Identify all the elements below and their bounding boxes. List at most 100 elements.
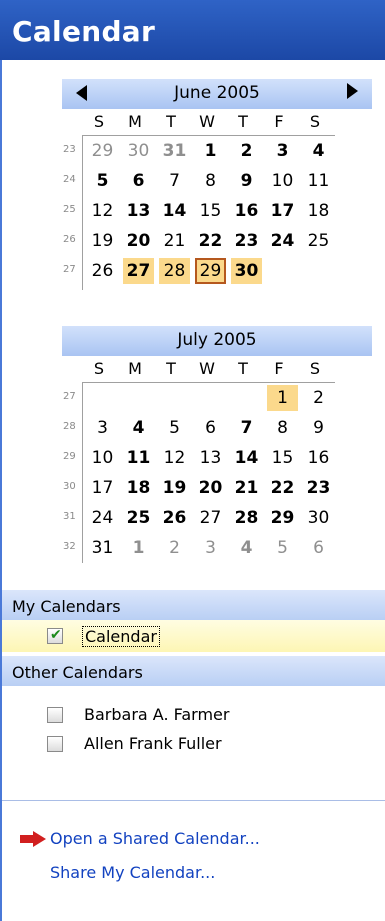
- calendar-day[interactable]: 29: [195, 258, 226, 284]
- calendar-day[interactable]: 10: [87, 445, 118, 471]
- week-number[interactable]: 27: [63, 391, 83, 402]
- calendar-day[interactable]: 2: [303, 385, 334, 411]
- week-number[interactable]: 24: [63, 174, 83, 185]
- calendar-day[interactable]: 6: [123, 168, 154, 194]
- calendar-day[interactable]: 22: [267, 475, 298, 501]
- calendar-day[interactable]: 4: [123, 415, 154, 441]
- calendar-day[interactable]: 19: [159, 475, 190, 501]
- calendar-day[interactable]: 2: [231, 138, 262, 164]
- open-shared-calendar-link[interactable]: Open a Shared Calendar...: [50, 829, 260, 848]
- calendar-day[interactable]: 14: [231, 445, 262, 471]
- calendar-day[interactable]: 16: [231, 198, 262, 224]
- calendar-day[interactable]: 5: [267, 535, 298, 561]
- calendar-day[interactable]: 2: [159, 535, 190, 561]
- calendar-day[interactable]: 25: [123, 505, 154, 531]
- week-number[interactable]: 28: [63, 421, 83, 432]
- week-number[interactable]: 31: [63, 511, 83, 522]
- calendar-day[interactable]: 13: [195, 445, 226, 471]
- calendar-day[interactable]: 20: [123, 228, 154, 254]
- calendar-day[interactable]: 29: [267, 505, 298, 531]
- calendar-day[interactable]: 7: [159, 168, 190, 194]
- week-number[interactable]: 26: [63, 234, 83, 245]
- calendar-day[interactable]: 11: [123, 445, 154, 471]
- calendar-day[interactable]: 29: [87, 138, 118, 164]
- calendar-day[interactable]: 24: [267, 228, 298, 254]
- calendar-day[interactable]: 26: [87, 258, 118, 284]
- calendar-day[interactable]: 8: [267, 415, 298, 441]
- calendar-day[interactable]: 15: [195, 198, 226, 224]
- calendar-list-item[interactable]: Allen Frank Fuller: [2, 730, 385, 762]
- calendar-list-item[interactable]: Barbara A. Farmer: [2, 701, 385, 733]
- calendar-day[interactable]: 12: [87, 198, 118, 224]
- share-my-calendar-link[interactable]: Share My Calendar...: [50, 863, 215, 882]
- day-of-week-label: T: [238, 112, 248, 131]
- calendar-day[interactable]: 30: [303, 505, 334, 531]
- calendar-day[interactable]: 19: [87, 228, 118, 254]
- calendar-day[interactable]: 21: [231, 475, 262, 501]
- calendar-day[interactable]: 28: [159, 258, 190, 284]
- week-number[interactable]: 30: [63, 481, 83, 492]
- calendar-checkbox[interactable]: [47, 736, 63, 752]
- calendar-day[interactable]: 23: [231, 228, 262, 254]
- calendar-day[interactable]: 21: [159, 228, 190, 254]
- my-calendars-header[interactable]: My Calendars: [2, 590, 385, 620]
- day-of-week-row: SMTWTFS: [62, 109, 372, 135]
- calendar-day[interactable]: 31: [159, 138, 190, 164]
- calendar-day[interactable]: 5: [87, 168, 118, 194]
- calendar-day[interactable]: 27: [123, 258, 154, 284]
- calendar-list-item[interactable]: ✔ Calendar: [2, 620, 385, 652]
- calendar-day[interactable]: 16: [303, 445, 334, 471]
- calendar-day[interactable]: 26: [159, 505, 190, 531]
- calendar-day[interactable]: 17: [87, 475, 118, 501]
- calendar-day[interactable]: 22: [195, 228, 226, 254]
- calendar-day[interactable]: 8: [195, 168, 226, 194]
- calendar-day[interactable]: 15: [267, 445, 298, 471]
- day-of-week-label: S: [309, 359, 321, 378]
- calendar-day[interactable]: 17: [267, 198, 298, 224]
- calendar-day[interactable]: 11: [303, 168, 334, 194]
- calendar-day[interactable]: 28: [231, 505, 262, 531]
- calendar-day[interactable]: 23: [303, 475, 334, 501]
- week-number[interactable]: 23: [63, 144, 83, 155]
- other-calendars-header[interactable]: Other Calendars: [2, 656, 385, 686]
- calendar-checkbox[interactable]: ✔: [47, 627, 63, 644]
- calendar-day[interactable]: 18: [123, 475, 154, 501]
- calendar-day[interactable]: 24: [87, 505, 118, 531]
- calendar-day[interactable]: 4: [231, 535, 262, 561]
- next-month-arrow-icon[interactable]: [347, 83, 358, 99]
- calendar-day[interactable]: 10: [267, 168, 298, 194]
- calendar-day[interactable]: 9: [303, 415, 334, 441]
- week-number[interactable]: 25: [63, 204, 83, 215]
- month-grid: 23 29 30 31 1 2 3 4 24 5 6 7 8 9 10 11 25 12 13 14 15 16 17 18 2…: [63, 135, 335, 290]
- week-number[interactable]: 27: [63, 264, 83, 275]
- calendar-day[interactable]: 5: [159, 415, 190, 441]
- calendar-day[interactable]: 25: [303, 228, 334, 254]
- calendar-day[interactable]: 3: [267, 138, 298, 164]
- calendar-day[interactable]: 6: [303, 535, 334, 561]
- calendar-day[interactable]: 27: [195, 505, 226, 531]
- calendar-day[interactable]: 1: [123, 535, 154, 561]
- calendar-day[interactable]: 6: [195, 415, 226, 441]
- calendar-day[interactable]: 20: [195, 475, 226, 501]
- calendar-checkbox[interactable]: [47, 707, 63, 723]
- calendar-day[interactable]: 12: [159, 445, 190, 471]
- calendar-day[interactable]: 4: [303, 138, 334, 164]
- calendar-day[interactable]: 3: [195, 535, 226, 561]
- calendar-day[interactable]: 9: [231, 168, 262, 194]
- divider: [2, 800, 385, 801]
- calendar-day[interactable]: 30: [231, 258, 262, 284]
- day-of-week-label: M: [128, 112, 142, 131]
- calendar-day[interactable]: 1: [195, 138, 226, 164]
- calendar-day[interactable]: 7: [231, 415, 262, 441]
- calendar-day[interactable]: 31: [87, 535, 118, 561]
- week-number[interactable]: 29: [63, 451, 83, 462]
- calendar-day[interactable]: 13: [123, 198, 154, 224]
- calendar-day[interactable]: 30: [123, 138, 154, 164]
- calendar-day[interactable]: 18: [303, 198, 334, 224]
- calendar-day[interactable]: 3: [87, 415, 118, 441]
- week-number[interactable]: 32: [63, 541, 83, 552]
- calendar-day[interactable]: 14: [159, 198, 190, 224]
- date-navigator-july: July 2005 SMTWTFS 27 1 2 28 3 4 5 6 7 8 9 29 10 11 12 1…: [62, 83, 372, 563]
- month-title: June 2005: [174, 83, 260, 103]
- calendar-day[interactable]: 1: [267, 385, 298, 411]
